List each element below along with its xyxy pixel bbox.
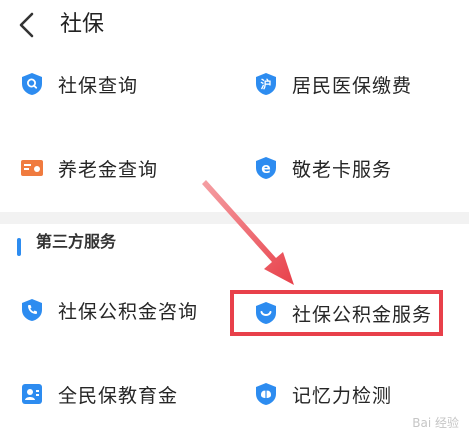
service-label: 社保公积金咨询: [58, 300, 199, 323]
service-label: 记忆力检测: [292, 384, 393, 407]
page: 社保 社保查询 沪 居民医保缴费 养老金查询 e 敬老卡服务 第三方服务 社保公…: [0, 0, 469, 435]
shield-hu-icon: 沪: [254, 72, 278, 96]
service-housing-fund-consult[interactable]: 社保公积金咨询: [20, 292, 198, 328]
shield-e-icon: e: [254, 156, 278, 180]
service-label: 居民医保缴费: [292, 74, 413, 97]
service-label: 养老金查询: [58, 158, 159, 181]
back-arrow-icon[interactable]: [14, 10, 40, 40]
service-label: 社保查询: [58, 74, 139, 97]
watermark: Bai 经验: [412, 416, 459, 430]
section-title: 第三方服务: [36, 232, 117, 251]
service-education-fund[interactable]: 全民保教育金: [20, 376, 178, 412]
page-title: 社保: [60, 12, 105, 37]
highlight-box: [230, 290, 443, 336]
service-social-security-query[interactable]: 社保查询: [20, 66, 138, 102]
shield-phone-icon: [20, 298, 44, 322]
section-accent-bar: [17, 238, 21, 256]
service-pension-query[interactable]: 养老金查询: [20, 150, 158, 186]
svg-text:e: e: [261, 161, 271, 177]
person-card-icon: [20, 382, 44, 406]
social-security-section: 社保查询 沪 居民医保缴费 养老金查询 e 敬老卡服务: [0, 52, 469, 212]
shield-search-icon: [20, 72, 44, 96]
service-resident-medical-payment[interactable]: 沪 居民医保缴费: [254, 66, 412, 102]
third-party-section: 第三方服务 社保公积金咨询 社保公积金服务 全民保教育金 记忆力检测: [0, 224, 469, 435]
service-label: 敬老卡服务: [292, 158, 393, 181]
service-memory-test[interactable]: 记忆力检测: [254, 376, 392, 412]
id-card-icon: [20, 156, 44, 180]
svg-text:沪: 沪: [261, 77, 272, 91]
header-bar: 社保: [0, 0, 469, 52]
brain-icon: [254, 382, 278, 406]
service-label: 全民保教育金: [58, 384, 179, 407]
service-senior-card[interactable]: e 敬老卡服务: [254, 150, 392, 186]
